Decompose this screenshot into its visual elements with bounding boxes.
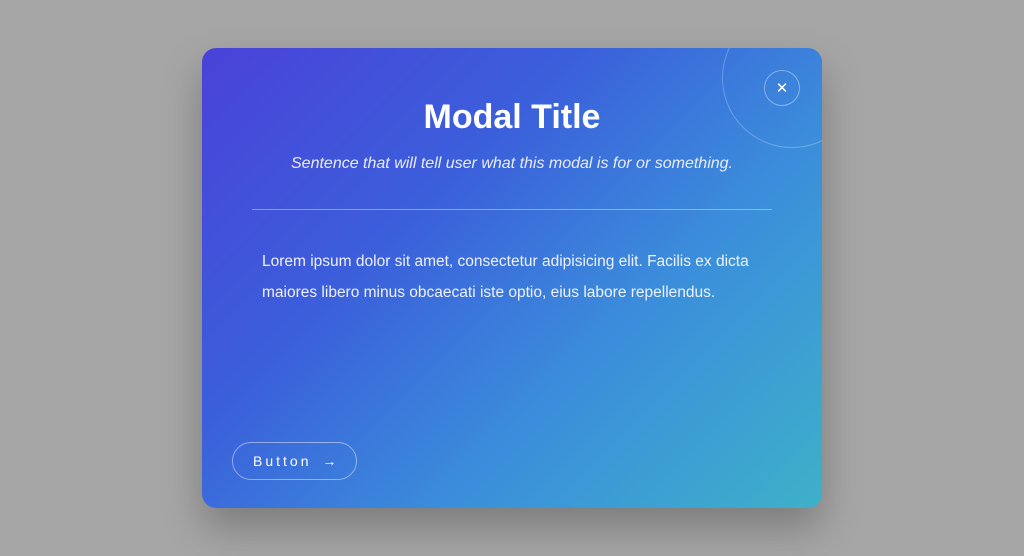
close-button[interactable]: ✕ bbox=[764, 70, 800, 106]
modal-subtitle: Sentence that will tell user what this m… bbox=[252, 155, 772, 173]
action-button[interactable]: Button → bbox=[232, 442, 357, 480]
action-button-label: Button bbox=[253, 453, 311, 469]
modal-title: Modal Title bbox=[252, 98, 772, 137]
close-icon: ✕ bbox=[776, 79, 789, 97]
modal-dialog: ✕ Modal Title Sentence that will tell us… bbox=[202, 48, 822, 508]
arrow-right-icon: → bbox=[322, 453, 336, 469]
modal-body-text: Lorem ipsum dolor sit amet, consectetur … bbox=[252, 246, 772, 308]
divider bbox=[252, 209, 772, 210]
